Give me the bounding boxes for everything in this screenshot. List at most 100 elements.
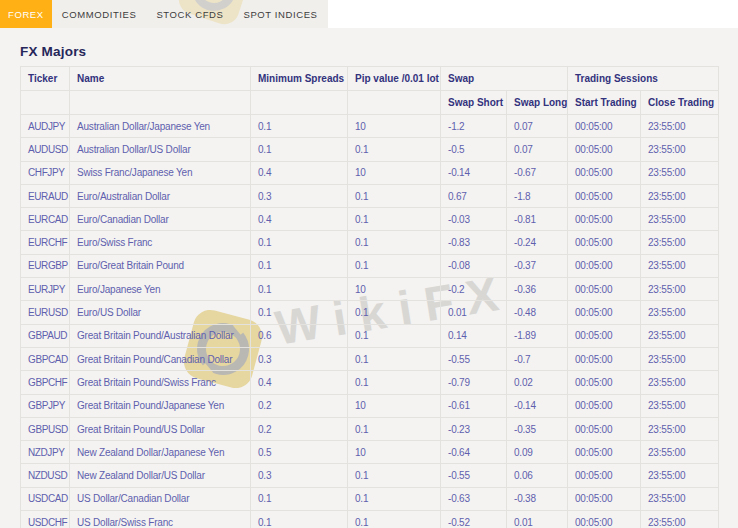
- col-header-swap-long: Swap Long: [507, 91, 568, 115]
- cell-min-spread: 0.3: [251, 347, 348, 370]
- cell-ticker: CHFJPY: [21, 161, 70, 184]
- cell-start-trading: 00:05:00: [568, 371, 641, 394]
- cell-swap-long: -0.36: [507, 278, 568, 301]
- cell-swap-short: -0.08: [441, 254, 507, 277]
- cell-swap-short: -0.61: [441, 394, 507, 417]
- cell-pip-value: 0.1: [348, 231, 441, 254]
- cell-swap-short: -0.23: [441, 417, 507, 440]
- cell-pip-value: 0.1: [348, 208, 441, 231]
- cell-name: Euro/Canadian Dollar: [70, 208, 251, 231]
- table-row: NZDJPYNew Zealand Dollar/Japanese Yen0.5…: [21, 441, 719, 464]
- cell-pip-value: 10: [348, 278, 441, 301]
- col-header-swap-short: Swap Short: [441, 91, 507, 115]
- cell-min-spread: 0.1: [251, 231, 348, 254]
- cell-ticker: AUDUSD: [21, 138, 70, 161]
- cell-swap-short: 0.67: [441, 184, 507, 207]
- tab-bar: FOREX COMMODITIES STOCK CFDS SPOT INDICE…: [0, 0, 738, 28]
- cell-name: Great Britain Pound/Australian Dollar: [70, 324, 251, 347]
- tab-spot-indices[interactable]: SPOT INDICES: [233, 0, 327, 28]
- cell-ticker: EURAUD: [21, 184, 70, 207]
- cell-start-trading: 00:05:00: [568, 464, 641, 487]
- col-header-empty-2: [70, 91, 251, 115]
- cell-pip-value: 10: [348, 394, 441, 417]
- cell-min-spread: 0.3: [251, 464, 348, 487]
- cell-close-trading: 23:55:00: [641, 511, 719, 528]
- table-body: AUDJPYAustralian Dollar/Japanese Yen0.11…: [21, 115, 719, 528]
- table-row: CHFJPYSwiss Franc/Japanese Yen0.410-0.14…: [21, 161, 719, 184]
- cell-pip-value: 0.1: [348, 324, 441, 347]
- cell-start-trading: 00:05:00: [568, 231, 641, 254]
- col-header-min-spreads: Minimum Spreads: [251, 67, 348, 91]
- cell-close-trading: 23:55:00: [641, 161, 719, 184]
- cell-close-trading: 23:55:00: [641, 417, 719, 440]
- cell-swap-short: -0.83: [441, 231, 507, 254]
- cell-close-trading: 23:55:00: [641, 301, 719, 324]
- cell-pip-value: 10: [348, 115, 441, 138]
- cell-min-spread: 0.1: [251, 115, 348, 138]
- cell-pip-value: 0.1: [348, 417, 441, 440]
- cell-pip-value: 0.1: [348, 301, 441, 324]
- cell-start-trading: 00:05:00: [568, 161, 641, 184]
- table-row: GBPAUDGreat Britain Pound/Australian Dol…: [21, 324, 719, 347]
- cell-swap-short: -0.14: [441, 161, 507, 184]
- cell-ticker: NZDUSD: [21, 464, 70, 487]
- cell-swap-short: -0.63: [441, 487, 507, 510]
- cell-name: Euro/Swiss Franc: [70, 231, 251, 254]
- cell-ticker: GBPJPY: [21, 394, 70, 417]
- cell-ticker: EURUSD: [21, 301, 70, 324]
- col-header-empty-1: [21, 91, 70, 115]
- col-header-empty-4: [348, 91, 441, 115]
- cell-close-trading: 23:55:00: [641, 371, 719, 394]
- table-row: EURGBPEuro/Great Britain Pound0.10.1-0.0…: [21, 254, 719, 277]
- cell-swap-short: -0.64: [441, 441, 507, 464]
- cell-swap-short: -0.55: [441, 464, 507, 487]
- cell-swap-long: -0.48: [507, 301, 568, 324]
- cell-swap-long: 0.09: [507, 441, 568, 464]
- cell-min-spread: 0.1: [251, 301, 348, 324]
- cell-swap-long: -0.37: [507, 254, 568, 277]
- cell-close-trading: 23:55:00: [641, 278, 719, 301]
- cell-name: Euro/Japanese Yen: [70, 278, 251, 301]
- cell-min-spread: 0.1: [251, 487, 348, 510]
- cell-min-spread: 0.1: [251, 138, 348, 161]
- cell-close-trading: 23:55:00: [641, 324, 719, 347]
- cell-swap-long: 0.01: [507, 511, 568, 528]
- cell-swap-long: -0.38: [507, 487, 568, 510]
- cell-start-trading: 00:05:00: [568, 115, 641, 138]
- cell-ticker: EURGBP: [21, 254, 70, 277]
- cell-close-trading: 23:55:00: [641, 394, 719, 417]
- cell-min-spread: 0.2: [251, 394, 348, 417]
- tab-commodities[interactable]: COMMODITIES: [52, 0, 147, 28]
- table-row: AUDUSDAustralian Dollar/US Dollar0.10.1-…: [21, 138, 719, 161]
- cell-swap-short: -0.79: [441, 371, 507, 394]
- table-row: EURJPYEuro/Japanese Yen0.110-0.2-0.3600:…: [21, 278, 719, 301]
- cell-swap-long: 0.02: [507, 371, 568, 394]
- cell-name: Great Britain Pound/US Dollar: [70, 417, 251, 440]
- cell-swap-long: -1.89: [507, 324, 568, 347]
- cell-min-spread: 0.5: [251, 441, 348, 464]
- cell-pip-value: 10: [348, 161, 441, 184]
- tab-forex[interactable]: FOREX: [0, 0, 52, 28]
- cell-min-spread: 0.2: [251, 417, 348, 440]
- cell-name: New Zealand Dollar/US Dollar: [70, 464, 251, 487]
- cell-close-trading: 23:55:00: [641, 138, 719, 161]
- table-row: EURCADEuro/Canadian Dollar0.40.1-0.03-0.…: [21, 208, 719, 231]
- cell-swap-short: -0.55: [441, 347, 507, 370]
- cell-swap-long: -1.8: [507, 184, 568, 207]
- table-row: EURCHFEuro/Swiss Franc0.10.1-0.83-0.2400…: [21, 231, 719, 254]
- cell-min-spread: 0.4: [251, 371, 348, 394]
- table-row: GBPCADGreat Britain Pound/Canadian Dolla…: [21, 347, 719, 370]
- cell-min-spread: 0.6: [251, 324, 348, 347]
- table-row: GBPUSDGreat Britain Pound/US Dollar0.20.…: [21, 417, 719, 440]
- col-header-swap: Swap: [441, 67, 568, 91]
- cell-start-trading: 00:05:00: [568, 324, 641, 347]
- cell-name: Euro/US Dollar: [70, 301, 251, 324]
- cell-swap-short: -0.03: [441, 208, 507, 231]
- cell-pip-value: 0.1: [348, 138, 441, 161]
- cell-close-trading: 23:55:00: [641, 464, 719, 487]
- cell-ticker: USDCHF: [21, 511, 70, 528]
- tab-stock-cfds[interactable]: STOCK CFDS: [146, 0, 233, 28]
- cell-ticker: AUDJPY: [21, 115, 70, 138]
- cell-start-trading: 00:05:00: [568, 208, 641, 231]
- cell-swap-short: -0.5: [441, 138, 507, 161]
